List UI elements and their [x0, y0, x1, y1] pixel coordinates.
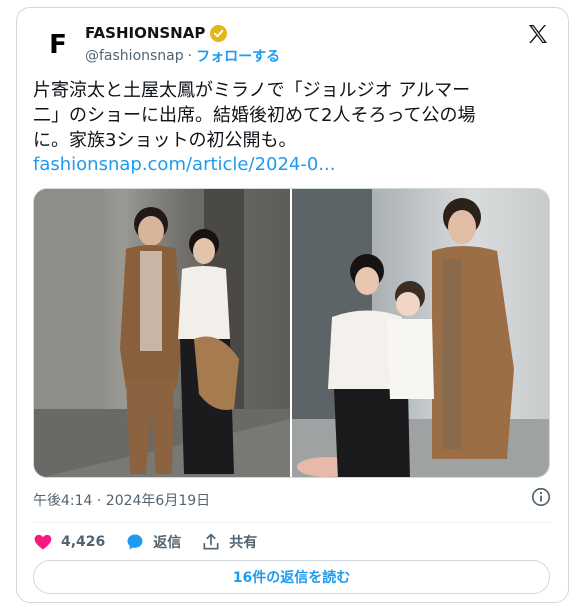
avatar[interactable]: F	[37, 24, 79, 66]
like-button[interactable]: 4,426	[33, 532, 105, 552]
timestamp[interactable]: 午後4:14 · 2024年6月19日	[33, 490, 210, 510]
tweet-text: 片寄涼太と土屋太鳳がミラノで「ジョルジオ アルマー 二」のショーに出席。結婚後初…	[33, 80, 476, 151]
info-icon[interactable]	[530, 486, 552, 508]
reply-bubble-icon	[127, 534, 143, 550]
photo-family[interactable]	[292, 189, 549, 477]
like-count: 4,426	[61, 534, 106, 550]
reply-label: 返信	[153, 535, 182, 551]
read-replies-button[interactable]: 16件の返信を読む	[33, 560, 550, 594]
handle-row: @fashionsnap · フォローする	[85, 46, 280, 66]
heart-icon	[34, 534, 52, 550]
display-name[interactable]: FASHIONSNAP	[85, 24, 205, 42]
media-grid	[33, 188, 550, 478]
x-logo-icon[interactable]	[526, 22, 550, 46]
handle[interactable]: @fashionsnap	[85, 48, 184, 64]
share-label: 共有	[229, 535, 258, 551]
separator-dot: ·	[187, 48, 193, 64]
tweet-card: F FASHIONSNAP @fashionsnap · フォローする 片寄涼太…	[16, 7, 569, 603]
follow-button[interactable]: フォローする	[196, 46, 280, 66]
divider	[33, 522, 552, 523]
share-icon	[203, 533, 219, 550]
article-link[interactable]: fashionsnap.com/article/2024-0...	[33, 154, 336, 175]
verified-badge-icon	[210, 24, 228, 42]
action-bar: 4,426 返信 共有	[33, 526, 257, 558]
name-row: FASHIONSNAP	[85, 24, 228, 42]
reply-button[interactable]: 返信	[125, 532, 181, 552]
photo-couple[interactable]	[34, 189, 290, 477]
share-button[interactable]: 共有	[201, 532, 257, 552]
